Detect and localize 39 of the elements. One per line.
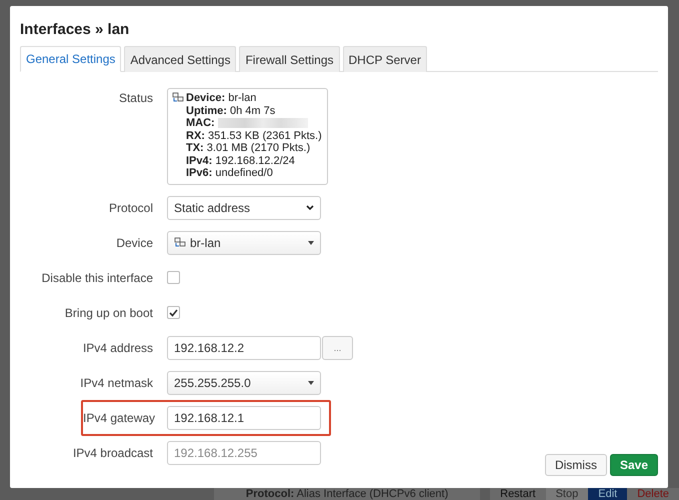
status-line: Uptime: 0h 4m 7s [186, 104, 276, 117]
network-icon [174, 237, 186, 248]
field-label: Status [118, 90, 153, 105]
tab[interactable]: General Settings [20, 46, 122, 72]
field-label: IPv4 broadcast [72, 446, 153, 460]
more-button[interactable]: ... [322, 336, 353, 360]
field-label: Bring up on boot [64, 306, 153, 320]
field-label: Device [115, 236, 153, 250]
select-field[interactable]: Static address [167, 196, 321, 220]
input-field[interactable]: 192.168.12.255 [167, 440, 321, 464]
chevron-icon [306, 205, 314, 210]
save-button[interactable]: Save [610, 454, 658, 476]
tab[interactable]: Advanced Settings [124, 46, 236, 72]
field-label: Disable this interface [40, 270, 153, 284]
dismiss-button[interactable]: Dismiss [544, 454, 607, 476]
input-field[interactable]: 192.168.12.2 [167, 336, 321, 360]
status-line: IPv6: undefined/0 [186, 167, 274, 180]
caret-icon [308, 240, 314, 244]
protocol-text: Protocol: Alias Interface (DHCPv6 client) [214, 488, 480, 500]
checkbox[interactable] [167, 306, 180, 319]
status-label: MAC: [186, 117, 215, 129]
status-line: RX: 351.53 KB (2361 Pkts.) [186, 130, 322, 142]
field-label: IPv4 address [82, 340, 153, 354]
field-label: Protocol [108, 200, 153, 214]
checkbox[interactable] [167, 271, 180, 284]
action-button[interactable]: Edit [588, 488, 628, 500]
dropdown-field[interactable]: 255.255.255.0 [167, 370, 321, 394]
caret-icon [308, 380, 314, 384]
dropdown-field[interactable]: br-lan [167, 230, 321, 254]
status-line: IPv4: 192.168.12.2/24 [186, 154, 296, 167]
network-icon [172, 92, 184, 103]
input-field[interactable]: 192.168.12.1 [167, 406, 321, 430]
status-line: Device: br-lan [186, 92, 258, 104]
dialog-title: Interfaces » lan [20, 21, 130, 38]
tab[interactable]: DHCP Server [342, 46, 427, 72]
field-label: IPv4 gateway [83, 410, 153, 424]
status-line: TX: 3.01 MB (2170 Pkts.) [186, 142, 312, 154]
tab[interactable]: Firewall Settings [239, 46, 340, 72]
field-label: IPv4 netmask [79, 376, 153, 390]
